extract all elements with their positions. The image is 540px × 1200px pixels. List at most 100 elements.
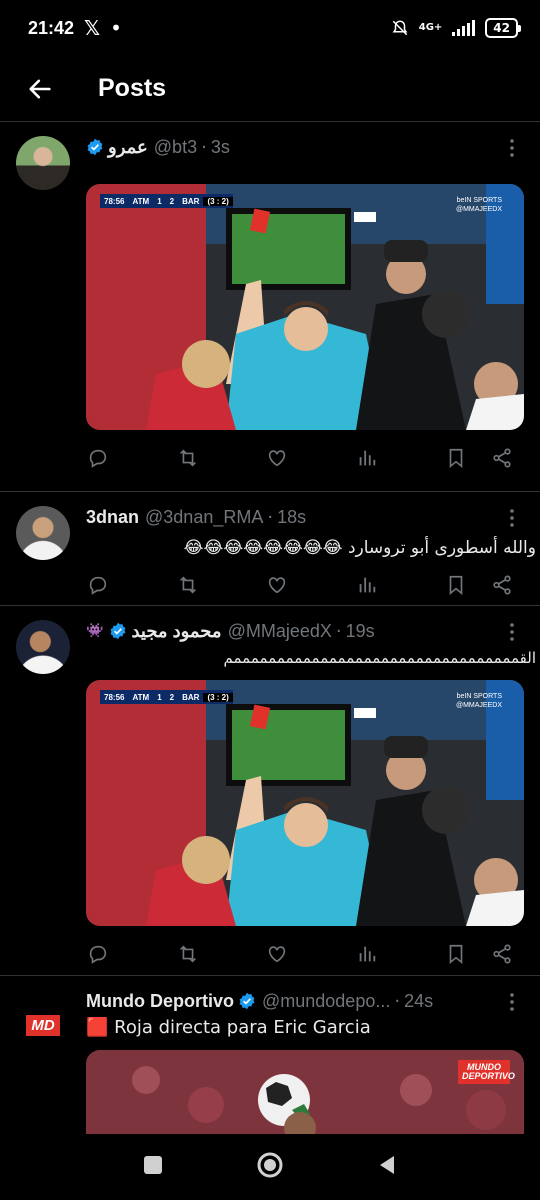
avatar[interactable] bbox=[16, 620, 70, 674]
match-clock: 78:56 bbox=[104, 692, 125, 702]
nav-home-icon bbox=[257, 1152, 283, 1178]
views-icon bbox=[359, 577, 375, 593]
more-options-icon bbox=[510, 623, 514, 641]
post-text: القمممممممممممممممممممممممممممممممممم bbox=[223, 649, 536, 667]
share-button[interactable] bbox=[490, 573, 514, 597]
reply-icon bbox=[89, 945, 107, 964]
author-handle[interactable]: @MMajeedX bbox=[228, 621, 332, 642]
post-media[interactable]: MUNDO DEPORTIVO bbox=[86, 1050, 524, 1140]
share-icon bbox=[493, 944, 511, 964]
bookmark-button[interactable] bbox=[444, 446, 468, 470]
post-time[interactable]: 19s bbox=[346, 621, 375, 642]
views-icon bbox=[359, 946, 375, 962]
post-text: 🟥 Roja directa para Eric Garcia bbox=[86, 1017, 371, 1038]
author-handle[interactable]: @3dnan_RMA bbox=[145, 507, 263, 528]
more-options-button[interactable] bbox=[504, 508, 520, 532]
repost-button[interactable] bbox=[176, 446, 200, 470]
reply-button[interactable] bbox=[86, 942, 110, 966]
battery-icon: 42 bbox=[485, 18, 521, 38]
post-media[interactable]: 78:56 ATM 1 2 BAR (3 : 2) beIN SPORTS @MM… bbox=[86, 184, 524, 430]
x-logo-icon: 𝕏 bbox=[84, 16, 101, 40]
author-handle[interactable]: @mundodepo... bbox=[262, 991, 390, 1012]
views-button[interactable] bbox=[355, 942, 379, 966]
share-icon bbox=[493, 575, 511, 595]
share-icon bbox=[493, 448, 511, 468]
network-type: 4G+ bbox=[418, 22, 443, 33]
system-nav-bar bbox=[0, 1134, 540, 1200]
post-time[interactable]: 24s bbox=[404, 991, 433, 1012]
signal-icon bbox=[452, 20, 476, 36]
reply-button[interactable] bbox=[86, 446, 110, 470]
post-media[interactable]: 78:56 ATM 1 2 BAR (3 : 2) beIN SPORTS @MM… bbox=[86, 680, 524, 926]
match-clock: 78:56 bbox=[104, 196, 125, 206]
author-name[interactable]: 3dnan bbox=[86, 507, 139, 528]
bookmark-icon bbox=[449, 944, 463, 965]
avatar[interactable]: MD bbox=[16, 998, 70, 1052]
status-bar: 21:42 𝕏 • 4G+ 42 bbox=[0, 0, 540, 56]
more-options-button[interactable] bbox=[504, 138, 520, 162]
mundo-deportivo-logo: MD bbox=[26, 1014, 60, 1036]
more-options-button[interactable] bbox=[504, 992, 520, 1016]
reply-button[interactable] bbox=[86, 573, 110, 597]
action-bar bbox=[86, 430, 524, 486]
author-handle[interactable]: @bt3 bbox=[154, 137, 197, 158]
post-text: والله أسطورى أبو تروسارد 😂😂😂😂😂😂😂😂 bbox=[183, 538, 536, 558]
bookmark-button[interactable] bbox=[444, 573, 468, 597]
like-button[interactable] bbox=[265, 446, 289, 470]
referee-red-card-image bbox=[86, 680, 524, 926]
referee-red-card-image bbox=[86, 184, 524, 430]
nav-recents-icon bbox=[144, 1156, 162, 1174]
post[interactable]: عمرو @bt3 · 3s 78:56 ATM 1 2 BAR (3: 2)… bbox=[0, 122, 540, 492]
nav-home-button[interactable] bbox=[256, 1151, 284, 1183]
author-name[interactable]: محمود مجيد bbox=[131, 621, 221, 642]
repost-icon bbox=[179, 576, 196, 594]
like-button[interactable] bbox=[265, 573, 289, 597]
author-name[interactable]: Mundo Deportivo bbox=[86, 991, 234, 1012]
home-score: 1 bbox=[157, 196, 162, 206]
repost-icon bbox=[179, 449, 196, 467]
avatar[interactable] bbox=[16, 136, 70, 190]
status-time: 21:42 bbox=[28, 17, 75, 38]
share-button[interactable] bbox=[490, 446, 514, 470]
nav-recents-button[interactable] bbox=[142, 1154, 164, 1180]
like-button[interactable] bbox=[265, 942, 289, 966]
more-options-button[interactable] bbox=[504, 622, 520, 646]
post[interactable]: 3dnan @3dnan_RMA · 18s والله أسطورى أبو … bbox=[0, 492, 540, 606]
home-team: ATM bbox=[132, 196, 150, 206]
repost-button[interactable] bbox=[176, 573, 200, 597]
like-icon bbox=[268, 577, 286, 594]
bookmark-button[interactable] bbox=[444, 942, 468, 966]
page-title: Posts bbox=[98, 74, 167, 102]
post[interactable]: 👾 محمود مجيد @MMajeedX · 19s القمممممممم… bbox=[0, 606, 540, 976]
top-bar: Posts bbox=[0, 56, 540, 122]
bookmark-icon bbox=[449, 448, 463, 469]
mute-icon bbox=[392, 20, 408, 36]
scoreboard: 78:56 ATM 1 2 BAR (3 : 2) bbox=[100, 194, 233, 208]
more-options-icon bbox=[510, 509, 514, 527]
back-arrow-icon bbox=[29, 79, 51, 98]
post-time[interactable]: 18s bbox=[277, 507, 306, 528]
away-score: 2 bbox=[169, 196, 175, 206]
nav-back-button[interactable] bbox=[376, 1154, 398, 1180]
views-icon bbox=[359, 450, 375, 466]
verified-badge-icon bbox=[111, 622, 126, 640]
aggregate-score: (3 : 2) bbox=[203, 196, 233, 206]
share-button[interactable] bbox=[490, 942, 514, 966]
mundo-deportivo-watermark: MUNDO DEPORTIVO bbox=[458, 1060, 515, 1084]
aggregate-score: (3 : 2) bbox=[203, 692, 233, 702]
author-name[interactable]: عمرو bbox=[108, 137, 148, 158]
views-button[interactable] bbox=[355, 573, 379, 597]
back-button[interactable] bbox=[20, 69, 60, 109]
post-time[interactable]: 3s bbox=[211, 137, 230, 158]
more-options-icon bbox=[510, 993, 514, 1011]
avatar[interactable] bbox=[16, 506, 70, 560]
home-score: 1 bbox=[157, 692, 162, 702]
repost-button[interactable] bbox=[176, 942, 200, 966]
nav-back-icon bbox=[380, 1156, 394, 1174]
action-bar bbox=[86, 926, 524, 982]
away-score: 2 bbox=[169, 692, 175, 702]
views-button[interactable] bbox=[355, 446, 379, 470]
channel-logo: beIN SPORTS @MMAJEEDX bbox=[456, 693, 502, 709]
reply-icon bbox=[89, 449, 107, 468]
emoji-icon: 👾 bbox=[86, 623, 104, 639]
